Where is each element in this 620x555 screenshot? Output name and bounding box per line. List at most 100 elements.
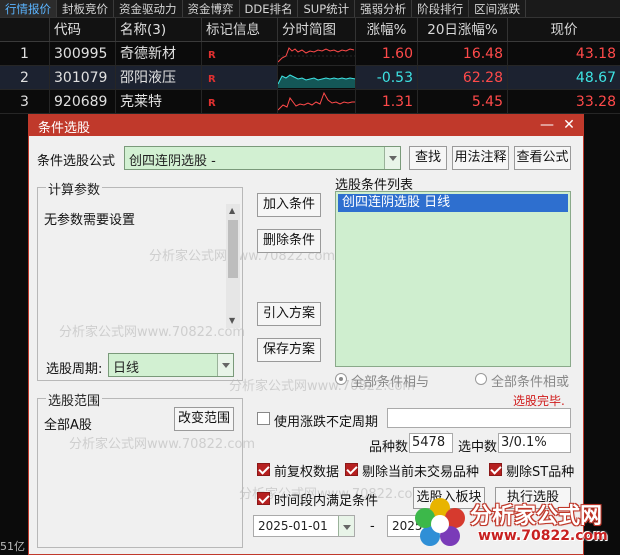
- col-price[interactable]: 现价: [508, 18, 620, 41]
- right-background: [584, 114, 620, 555]
- col-index[interactable]: [0, 18, 50, 41]
- period-label: 选股周期:: [46, 362, 103, 377]
- import-plan-button[interactable]: 引入方案: [257, 302, 321, 326]
- left-background: [0, 114, 28, 555]
- tab-limit-bidding[interactable]: 封板竞价: [57, 0, 114, 17]
- add-condition-button[interactable]: 加入条件: [257, 193, 321, 217]
- save-plan-button[interactable]: 保存方案: [257, 338, 321, 362]
- table-row[interactable]: 2 301079 邵阳液压 R -0.53 62.28 48.67: [0, 66, 620, 90]
- count-value: 5478: [409, 433, 453, 453]
- flower-logo-icon: [415, 498, 465, 546]
- condition-item[interactable]: 创四连阴选股 日线: [338, 194, 568, 212]
- selected-value: 3/0.1%: [498, 433, 571, 453]
- intraday-sparkline: [278, 66, 356, 89]
- exclude-untraded-label: 剔除当前未交易品种: [362, 465, 480, 480]
- change-pct: 1.31: [356, 90, 418, 113]
- chevron-down-icon[interactable]: [217, 354, 233, 376]
- row-index: 3: [0, 90, 50, 113]
- dialog-title: 条件选股: [38, 121, 91, 136]
- col-name[interactable]: 名称(3): [116, 18, 202, 41]
- footer-left-label: 51亿: [0, 540, 25, 553]
- brand-name: 分析家公式网: [470, 504, 603, 529]
- change-20d: 16.48: [418, 42, 508, 65]
- uncertain-period-label: 使用涨跌不定周期: [274, 415, 379, 430]
- condition-select-dialog: 条件选股 — ✕ 分析家公式网www.70822.com 分析家公式网www.7…: [28, 114, 584, 555]
- exclude-untraded-checkbox[interactable]: [345, 463, 358, 476]
- formula-value: 创四连阴选股 -: [129, 154, 216, 169]
- change-20d: 5.45: [418, 90, 508, 113]
- mark-r: R: [208, 74, 216, 85]
- params-scrollbar[interactable]: ▲ ▼: [226, 204, 240, 328]
- period-combo[interactable]: 日线: [108, 353, 234, 377]
- all-or-radio[interactable]: [475, 373, 487, 385]
- change-pct: 1.60: [356, 42, 418, 65]
- uncertain-period-field[interactable]: [387, 408, 571, 428]
- pre-adjust-checkbox[interactable]: [257, 463, 270, 476]
- time-segment-label: 时间段内满足条件: [274, 494, 379, 509]
- stock-name: 奇德新材: [116, 42, 202, 65]
- change-range-button[interactable]: 改变范围: [174, 407, 234, 431]
- close-icon[interactable]: ✕: [559, 116, 579, 134]
- view-formula-button[interactable]: 查看公式: [514, 146, 571, 170]
- tab-quotes[interactable]: 行情报价: [0, 0, 57, 17]
- date-separator: -: [370, 519, 375, 534]
- usage-notes-button[interactable]: 用法注释: [452, 146, 509, 170]
- price: 33.28: [575, 94, 616, 110]
- tab-fund-game[interactable]: 资金博弈: [183, 0, 240, 17]
- dialog-titlebar[interactable]: 条件选股 — ✕: [29, 115, 583, 136]
- quote-table-header: 代码 名称(3) 标记信息 分时简图 涨幅% 20日涨幅% 现价: [0, 18, 620, 42]
- intraday-sparkline: [278, 90, 356, 113]
- formula-combo[interactable]: 创四连阴选股 -: [124, 146, 401, 170]
- all-and-radio[interactable]: [335, 373, 347, 385]
- col-mark[interactable]: 标记信息: [202, 18, 278, 41]
- exclude-st-checkbox[interactable]: [489, 463, 502, 476]
- scroll-thumb[interactable]: [228, 220, 238, 278]
- date-from-combo[interactable]: 2025-01-01: [253, 515, 355, 537]
- stock-name: 邵阳液压: [116, 66, 202, 89]
- range-value: 全部A股: [44, 418, 92, 433]
- period-value: 日线: [113, 361, 140, 376]
- stock-name: 克莱特: [116, 90, 202, 113]
- selected-label: 选中数: [458, 440, 498, 455]
- time-segment-checkbox[interactable]: [257, 492, 270, 505]
- all-and-label: 全部条件相与: [351, 375, 430, 390]
- tab-stage-rank[interactable]: 阶段排行: [412, 0, 470, 17]
- price: 48.67: [575, 70, 616, 86]
- scroll-up-icon[interactable]: ▲: [229, 206, 235, 215]
- mark-r: R: [208, 98, 216, 109]
- brand-logo: 分析家公式网 www.70822.com: [408, 492, 620, 555]
- find-button[interactable]: 查找: [409, 146, 447, 170]
- scroll-down-icon[interactable]: ▼: [229, 316, 235, 325]
- stock-code: 920689: [50, 90, 116, 113]
- range-group: 选股范围 全部A股 改变范围: [37, 390, 243, 548]
- tab-fund-drive[interactable]: 资金驱动力: [114, 0, 183, 17]
- change-pct: -0.53: [356, 66, 418, 89]
- intraday-sparkline: [278, 42, 356, 65]
- col-code[interactable]: 代码: [50, 18, 116, 41]
- table-row[interactable]: 3 920689 克莱特 R 1.31 5.45 33.28: [0, 90, 620, 114]
- delete-condition-button[interactable]: 删除条件: [257, 229, 321, 253]
- minimize-icon[interactable]: —: [537, 116, 557, 134]
- conditions-listbox[interactable]: 创四连阴选股 日线: [335, 191, 571, 367]
- stock-code: 300995: [50, 42, 116, 65]
- col-sparkline[interactable]: 分时简图: [278, 18, 356, 41]
- tab-range-change[interactable]: 区间涨跌: [469, 0, 527, 17]
- tab-strength[interactable]: 强弱分析: [355, 0, 413, 17]
- col-change[interactable]: 涨幅%: [356, 18, 418, 41]
- tab-sup-stats[interactable]: SUP统计: [298, 0, 356, 17]
- stock-code: 301079: [50, 66, 116, 89]
- status-text: 选股完毕.: [513, 394, 565, 408]
- table-row[interactable]: 1 300995 奇德新材 R 1.60 16.48 43.18: [0, 42, 620, 66]
- chevron-down-icon[interactable]: [338, 516, 354, 536]
- col-change-20d[interactable]: 20日涨幅%: [418, 18, 508, 41]
- uncertain-period-checkbox[interactable]: [257, 412, 270, 425]
- chevron-down-icon[interactable]: [384, 147, 400, 169]
- market-tabbar: 行情报价 封板竞价 资金驱动力 资金博弈 DDE排名 SUP统计 强弱分析 阶段…: [0, 0, 620, 18]
- row-index: 2: [0, 66, 50, 89]
- count-label: 品种数: [369, 440, 409, 455]
- tab-dde-rank[interactable]: DDE排名: [240, 0, 299, 17]
- date-from-value: 2025-01-01: [258, 519, 328, 533]
- pre-adjust-label: 前复权数据: [274, 465, 340, 480]
- mark-r: R: [208, 50, 216, 61]
- params-group-title: 计算参数: [46, 179, 103, 198]
